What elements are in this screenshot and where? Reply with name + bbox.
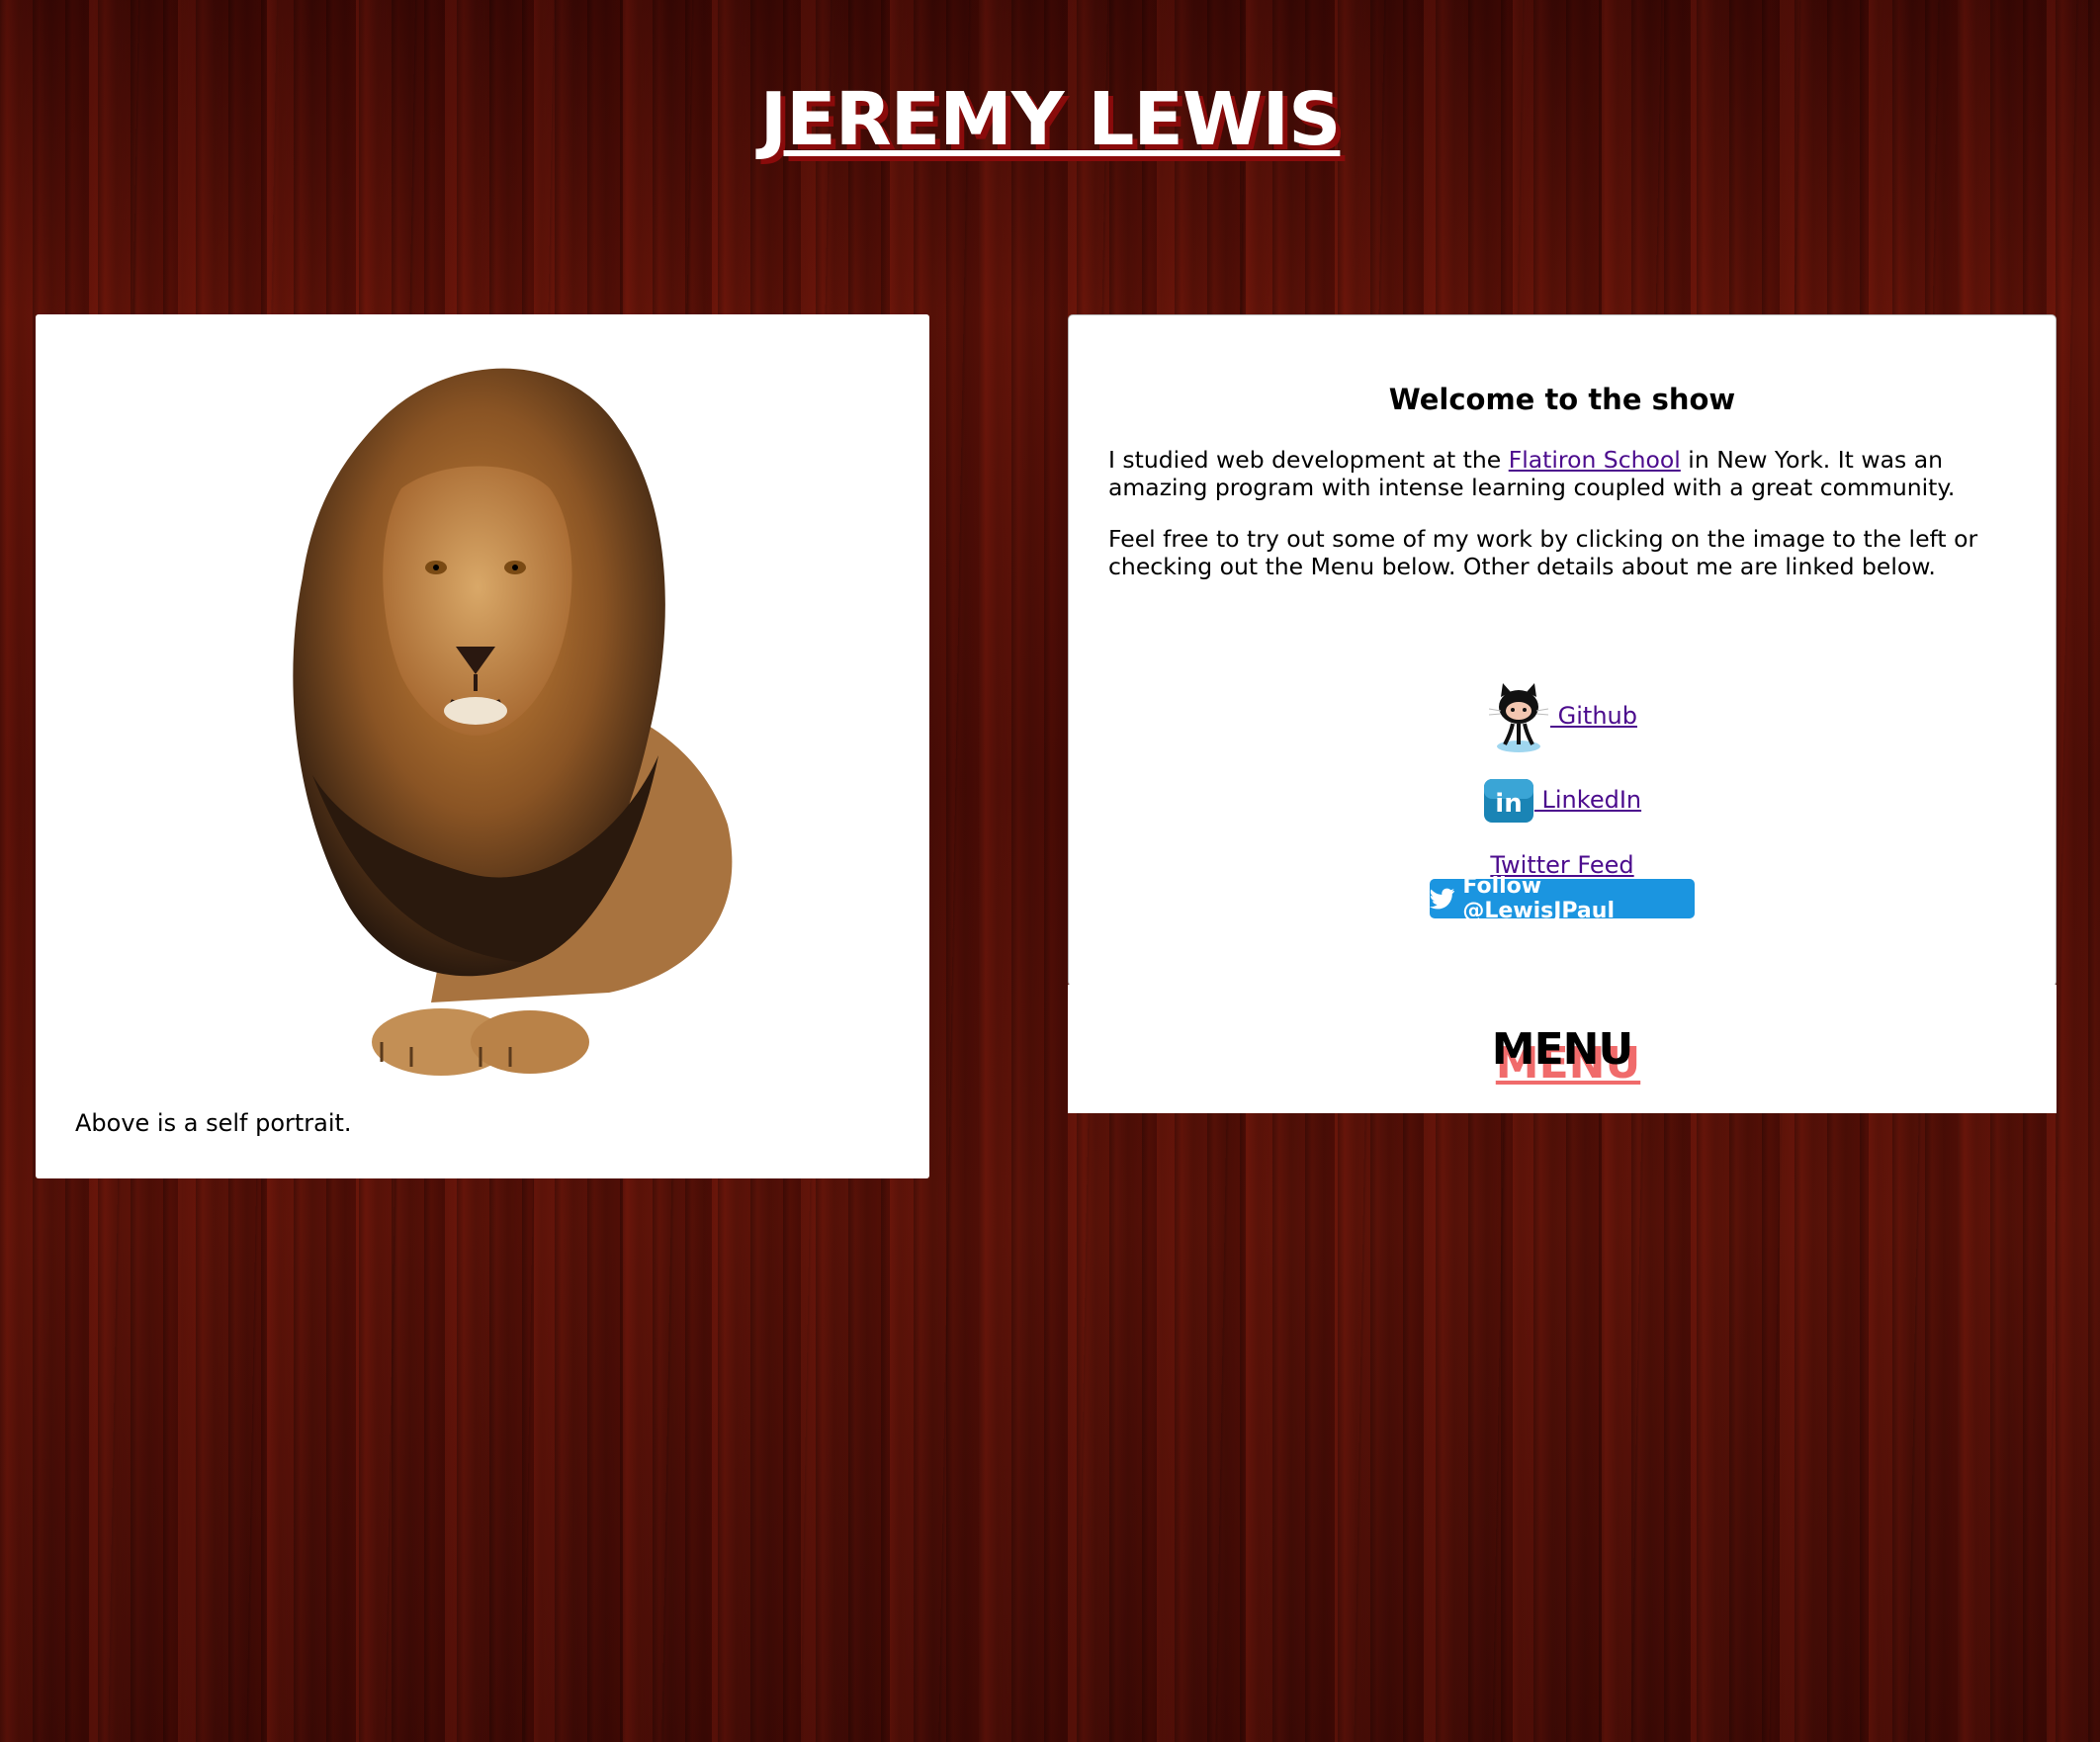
- intro-paragraph: I studied web development at the Flatiro…: [1108, 446, 1998, 501]
- portrait-caption: Above is a self portrait.: [75, 1109, 352, 1137]
- github-link[interactable]: Github: [1487, 683, 1637, 752]
- linkedin-label: LinkedIn: [1533, 786, 1642, 814]
- github-label: Github: [1550, 702, 1637, 730]
- welcome-card: Welcome to the show I studied web develo…: [1068, 314, 2056, 987]
- linkedin-link[interactable]: in LinkedIn: [1483, 779, 1642, 823]
- intro-text-before: I studied web development at the: [1108, 446, 1509, 474]
- linkedin-row: in LinkedIn: [1069, 778, 2056, 824]
- flatiron-school-link[interactable]: Flatiron School: [1509, 446, 1681, 474]
- twitter-follow-button[interactable]: Follow @LewisJPaul: [1430, 874, 1695, 923]
- twitter-bird-icon: [1430, 888, 1455, 910]
- details-paragraph: Feel free to try out some of my work by …: [1108, 525, 1978, 580]
- site-title: JEREMY LEWIS: [759, 77, 1342, 162]
- github-row: Github: [1069, 679, 2056, 754]
- lion-portrait-image[interactable]: [233, 360, 787, 1091]
- follow-button-label: Follow @LewisJPaul: [1462, 874, 1615, 923]
- linkedin-icon: in: [1483, 779, 1533, 823]
- menu-title[interactable]: MENU: [1068, 1024, 2056, 1075]
- portrait-card: Above is a self portrait.: [36, 314, 929, 1178]
- welcome-heading: Welcome to the show: [1388, 383, 1736, 416]
- menu-card[interactable]: MENU MENU: [1068, 985, 2056, 1113]
- svg-text:in: in: [1495, 789, 1522, 819]
- github-octocat-icon: [1488, 683, 1549, 752]
